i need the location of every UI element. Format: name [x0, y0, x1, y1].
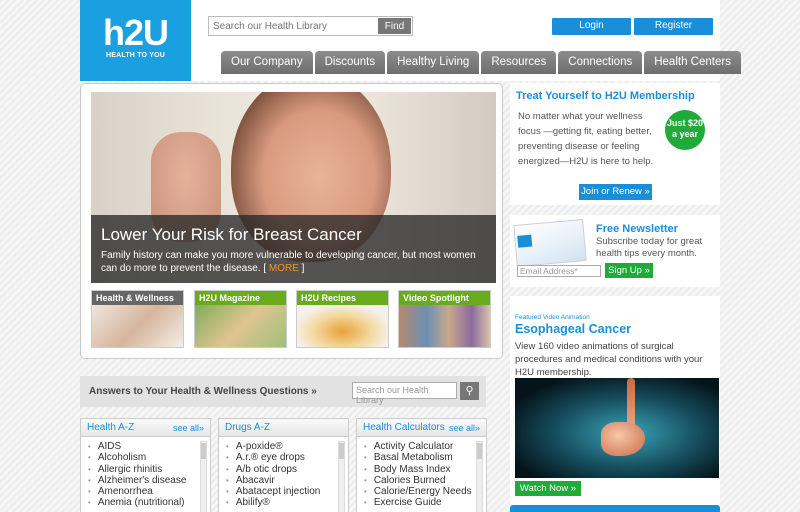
bottom-strip [510, 505, 720, 512]
drugs-a-z-box: Drugs A-Z A-poxide® A.r.® eye drops A/b … [218, 418, 349, 512]
list-item[interactable]: Anemia (nutritional) [88, 497, 202, 508]
qa-title[interactable]: Answers to Your Health & Wellness Questi… [89, 386, 317, 397]
list-item[interactable]: Calorie/Energy Needs [364, 486, 478, 497]
thumb-image [92, 305, 183, 347]
header-search: Find [208, 16, 413, 36]
nav-tab-our-company[interactable]: Our Company [221, 51, 313, 74]
esophagus-shape [627, 378, 635, 428]
scrollbar[interactable] [338, 441, 345, 512]
list-item[interactable]: Abatacept injection [226, 486, 340, 497]
scrollbar[interactable] [476, 441, 483, 512]
list-title: Health Calculators [363, 422, 445, 433]
see-all-link[interactable]: see all» [449, 419, 480, 436]
thumb-h2u-magazine[interactable]: H2U Magazine [194, 290, 287, 348]
list-item[interactable]: Allergic rhinitis [88, 464, 202, 475]
membership-title[interactable]: Treat Yourself to H2U Membership [516, 90, 695, 102]
thumb-image [399, 305, 490, 347]
list-item[interactable]: A-poxide® [226, 441, 340, 452]
thumb-label: H2U Magazine [195, 291, 286, 305]
thumb-health-wellness[interactable]: Health & Wellness [91, 290, 184, 348]
price-badge: Just $20 a year [665, 110, 705, 150]
more-link[interactable]: MORE [269, 263, 299, 274]
list-item[interactable]: AIDS [88, 441, 202, 452]
email-field[interactable]: Email Address* [517, 265, 601, 277]
list-item[interactable]: Body Mass Index [364, 464, 478, 475]
video-kicker: Featured Video Animation [515, 314, 590, 321]
health-calculators-box: Health Calculators see all» Activity Calc… [356, 418, 487, 512]
list-item[interactable]: Alcoholism [88, 452, 202, 463]
list-item[interactable]: Amenorrhea [88, 486, 202, 497]
watch-now-button[interactable]: Watch Now » [515, 481, 581, 496]
thumb-image [195, 305, 286, 347]
video-text: View 160 video animations of surgical pr… [515, 341, 703, 378]
list-title: Drugs A-Z [225, 422, 271, 433]
list-title: Health A-Z [87, 422, 135, 433]
list-item[interactable]: Activity Calculator [364, 441, 478, 452]
login-button[interactable]: Login [552, 18, 631, 35]
nav-tab-healthy-living[interactable]: Healthy Living [387, 51, 480, 74]
list-item[interactable]: Basal Metabolism [364, 452, 478, 463]
list-item[interactable]: A/b otic drops [226, 464, 340, 475]
thumb-label: H2U Recipes [297, 291, 388, 305]
badge-line: a year [671, 129, 699, 139]
sign-up-button[interactable]: Sign Up » [605, 263, 653, 278]
list-item[interactable]: Abacavir [226, 475, 340, 486]
logo-mark: h2U [102, 12, 169, 53]
find-button[interactable]: Find [378, 18, 411, 34]
list-item[interactable]: Calories Burned [364, 475, 478, 486]
nav-tab-discounts[interactable]: Discounts [314, 51, 386, 74]
thumb-label: Health & Wellness [92, 291, 183, 305]
newsletter-text: Subscribe today for great health tips ev… [596, 236, 703, 259]
hero-caption: Lower Your Risk for Breast Cancer Family… [91, 215, 496, 283]
list-item[interactable]: Abilify® [226, 497, 340, 508]
health-a-z-box: Health A-Z see all» AIDS Alcoholism Aller… [80, 418, 211, 512]
list-item[interactable]: Exercise Guide [364, 497, 478, 508]
nav-tab-resources[interactable]: Resources [481, 51, 557, 74]
newsletter-image [513, 219, 587, 267]
thumb-label: Video Spotlight [399, 291, 490, 305]
nav-tab-connections[interactable]: Connections [558, 51, 643, 74]
see-all-link[interactable]: see all» [173, 419, 204, 436]
list-item[interactable]: Alzheimer's disease [88, 475, 202, 486]
thumb-h2u-recipes[interactable]: H2U Recipes [296, 290, 389, 348]
scrollbar[interactable] [200, 441, 207, 512]
more-bracket-close: ] [298, 263, 305, 274]
nav-tab-health-centers[interactable]: Health Centers [644, 51, 741, 74]
search-icon[interactable]: ⚲ [460, 382, 479, 400]
logo-tagline: HEALTH TO YOU [106, 52, 165, 59]
qa-search-input[interactable]: Search our Health Library [352, 382, 457, 405]
newsletter-title[interactable]: Free Newsletter [596, 223, 678, 235]
badge-line: Just $20 [666, 118, 704, 128]
hero-title[interactable]: Lower Your Risk for Breast Cancer [101, 224, 486, 246]
video-thumbnail[interactable] [515, 378, 719, 478]
join-renew-button[interactable]: Join or Renew » [579, 184, 652, 200]
h2u-logo[interactable]: h2U HEALTH TO YOU [80, 0, 191, 81]
list-item[interactable]: A.r.® eye drops [226, 452, 340, 463]
thumb-image [297, 305, 388, 347]
thumb-video-spotlight[interactable]: Video Spotlight [398, 290, 491, 348]
main-nav: Our Company Discounts Healthy Living Res… [221, 51, 741, 74]
membership-text: No matter what your wellness focus —gett… [518, 111, 654, 167]
search-input[interactable] [209, 17, 377, 35]
video-title[interactable]: Esophageal Cancer [515, 322, 631, 336]
hero-text: Family history can make you more vulnera… [101, 249, 486, 275]
stomach-shape [601, 422, 645, 456]
register-button[interactable]: Register [634, 18, 713, 35]
